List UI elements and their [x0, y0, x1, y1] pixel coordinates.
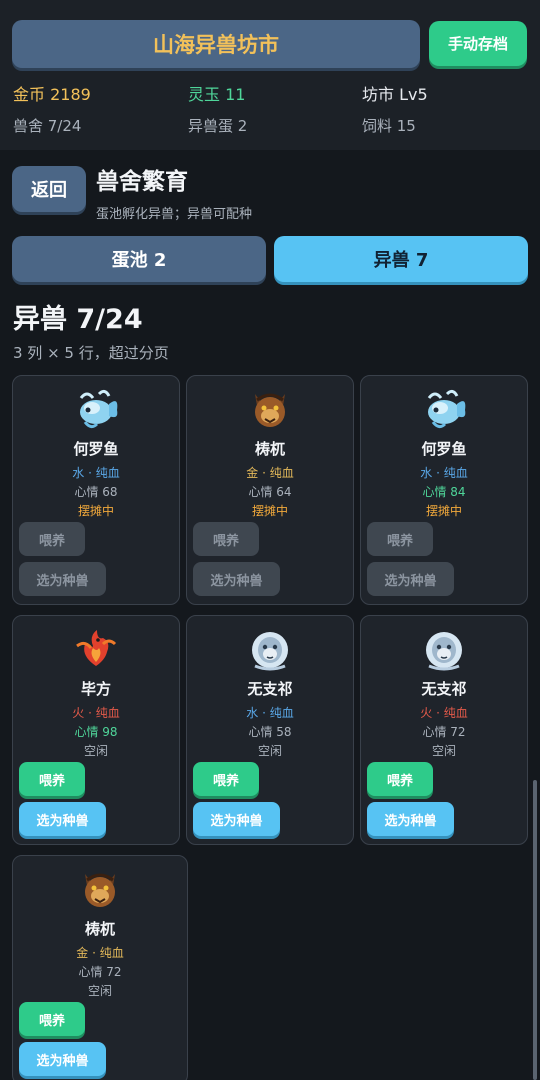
beast-name: 无支祁: [421, 680, 467, 698]
beast-status: 空闲: [83, 744, 108, 758]
beast-name: 何罗鱼: [73, 440, 119, 458]
tab-beasts[interactable]: 异兽 7: [274, 236, 528, 282]
top-bar: 山海异兽坊市 手动存档 金币 2189 灵玉 11 坊市 Lv5 兽舍 7/24…: [0, 0, 540, 150]
select-breeder-button[interactable]: 选为种兽: [19, 562, 106, 596]
beast-status: 摆摊中: [425, 504, 462, 518]
beast-list-title: 异兽 7/24: [13, 304, 143, 335]
beast-status: 摆摊中: [77, 504, 114, 518]
beast-status: 摆摊中: [251, 504, 288, 518]
beast-card: 毕方 火 · 纯血 心情 98 空闲 喂养 选为种兽: [12, 615, 180, 845]
select-breeder-button[interactable]: 选为种兽: [193, 562, 280, 596]
feed-button[interactable]: 喂养: [193, 762, 259, 796]
feed-button[interactable]: 喂养: [19, 762, 85, 796]
select-breeder-button[interactable]: 选为种兽: [19, 1042, 106, 1076]
beast-mood: 心情 84: [422, 485, 466, 499]
beast-card: 何罗鱼 水 · 纯血 心情 68 摆摊中 喂养 选为种兽: [12, 375, 180, 605]
beast-card: 无支祁 火 · 纯血 心情 72 空闲 喂养 选为种兽: [360, 615, 528, 845]
feed-button[interactable]: 喂养: [19, 522, 85, 556]
beast-list-subtitle: 3 列 × 5 行，超过分页: [13, 344, 169, 362]
beast-element: 水 · 纯血: [72, 466, 120, 480]
beast-card: 梼杌 金 · 纯血 心情 64 摆摊中 喂养 选为种兽: [186, 375, 354, 605]
manual-save-button[interactable]: 手动存档: [429, 21, 527, 66]
beast-card: 何罗鱼 水 · 纯血 心情 84 摆摊中 喂养 选为种兽: [360, 375, 528, 605]
section-subtitle: 蛋池孵化异兽；异兽可配种: [96, 207, 253, 222]
feed-button[interactable]: 喂养: [367, 522, 433, 556]
beast-name: 毕方: [80, 680, 111, 698]
firebird-beast-icon: [13, 626, 179, 672]
beast-card: 无支祁 水 · 纯血 心情 58 空闲 喂养 选为种兽: [186, 615, 354, 845]
beast-mood: 心情 64: [248, 485, 292, 499]
fish-beast-icon: [361, 386, 527, 432]
select-breeder-button[interactable]: 选为种兽: [193, 802, 280, 836]
beast-element: 火 · 纯血: [420, 706, 468, 720]
select-breeder-button[interactable]: 选为种兽: [367, 562, 454, 596]
ape-beast-icon: [361, 626, 527, 672]
beast-name: 无支祁: [247, 680, 293, 698]
beast-mood: 心情 58: [248, 725, 292, 739]
beast-status: 空闲: [431, 744, 456, 758]
jade-stat: 灵玉 11: [188, 85, 246, 104]
beast-element: 金 · 纯血: [246, 466, 294, 480]
beast-status: 空闲: [257, 744, 282, 758]
beast-element: 水 · 纯血: [420, 466, 468, 480]
feed-button[interactable]: 喂养: [367, 762, 433, 796]
eggs-stat: 异兽蛋 2: [188, 117, 248, 135]
back-button[interactable]: 返回: [12, 166, 86, 212]
feed-button[interactable]: 喂养: [193, 522, 259, 556]
tiger-beast-icon: [13, 866, 187, 912]
beast-card: 梼杌 金 · 纯血 心情 72 空闲 喂养 选为种兽: [12, 855, 188, 1080]
beast-mood: 心情 72: [78, 965, 122, 979]
beast-mood: 心情 72: [422, 725, 466, 739]
beast-element: 金 · 纯血: [76, 946, 124, 960]
beast-mood: 心情 68: [74, 485, 118, 499]
beast-name: 梼杌: [254, 440, 285, 458]
gold-stat: 金币 2189: [13, 85, 91, 104]
beast-name: 梼杌: [84, 920, 115, 938]
beast-element: 火 · 纯血: [72, 706, 120, 720]
scrollbar[interactable]: [533, 780, 537, 1080]
ape-beast-icon: [187, 626, 353, 672]
stable-stat: 兽舍 7/24: [13, 117, 82, 135]
select-breeder-button[interactable]: 选为种兽: [367, 802, 454, 836]
tab-egg-pool[interactable]: 蛋池 2: [12, 236, 266, 282]
section-title: 兽舍繁育: [96, 169, 188, 195]
tiger-beast-icon: [187, 386, 353, 432]
select-breeder-button[interactable]: 选为种兽: [19, 802, 106, 836]
beast-name: 何罗鱼: [421, 440, 467, 458]
market-level-stat: 坊市 Lv5: [362, 85, 428, 104]
market-title-button[interactable]: 山海异兽坊市: [12, 20, 420, 68]
fish-beast-icon: [13, 386, 179, 432]
feed-button[interactable]: 喂养: [19, 1002, 85, 1036]
feed-stat: 饲料 15: [362, 117, 416, 135]
beast-status: 空闲: [87, 984, 112, 998]
beast-mood: 心情 98: [74, 725, 118, 739]
beast-element: 水 · 纯血: [246, 706, 294, 720]
